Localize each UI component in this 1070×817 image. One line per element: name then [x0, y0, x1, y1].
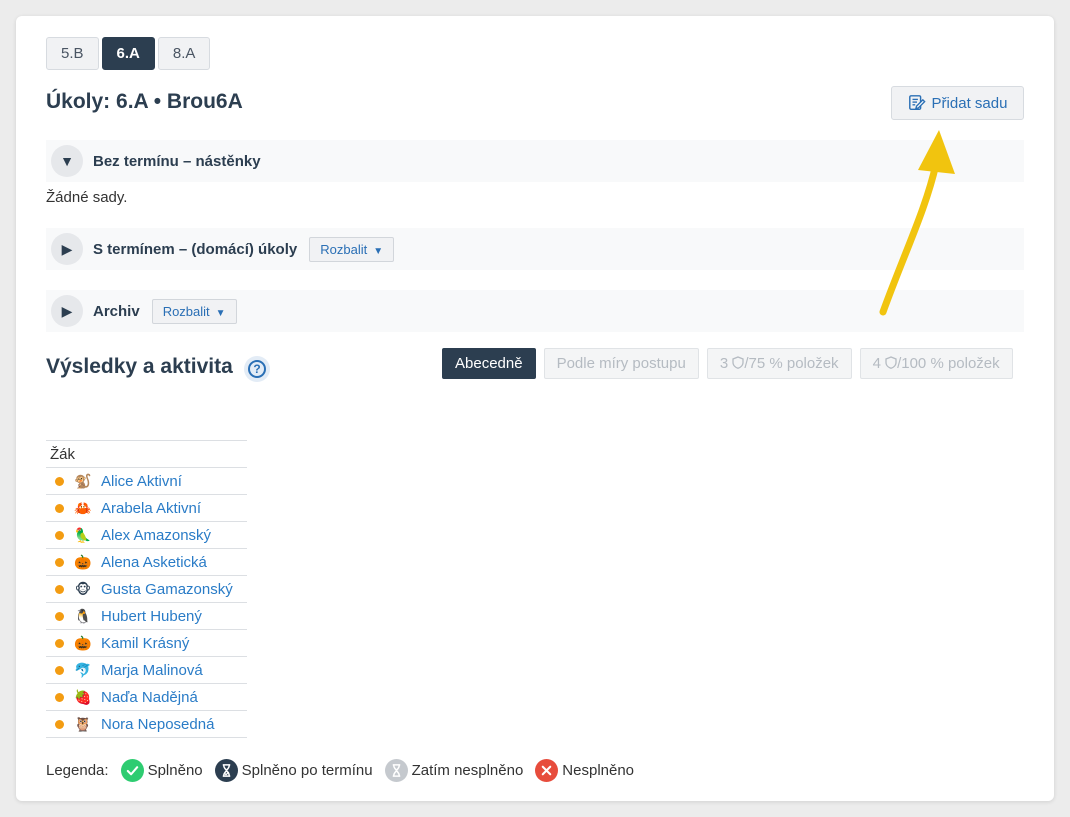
status-dot [55, 584, 64, 594]
legend-item-done: Splněno [120, 759, 203, 782]
avatar-icon: 🎃 [74, 553, 92, 570]
section-with-deadline: ▶ S termínem – (domácí) úkoly Rozbalit ▼ [46, 228, 1024, 270]
table-row: 🍓 Naďa Nadějná [46, 683, 247, 711]
expand-button-with-deadline[interactable]: Rozbalit ▼ [309, 236, 395, 262]
hourglass-done-icon [214, 759, 238, 782]
student-name-link[interactable]: Naďa Nadějná [101, 689, 198, 706]
class-tab-8a[interactable]: 8.A [157, 37, 211, 70]
avatar-icon: 🎃 [74, 634, 92, 651]
status-dot [55, 692, 64, 702]
legend-label: Legenda: [46, 762, 109, 779]
check-icon [120, 759, 144, 782]
status-dot [55, 611, 64, 621]
expand-toggle[interactable]: ▶ [51, 233, 83, 265]
section-archive: ▶ Archiv Rozbalit ▼ [46, 290, 1024, 332]
section-label-with-deadline: S termínem – (domácí) úkoly [93, 240, 298, 258]
shield-icon [732, 356, 744, 369]
section-label-archive: Archiv [93, 302, 140, 320]
student-table: Žák 🐒 Alice Aktivní 🦀 Arabela Aktivní 🦜 Ale… [46, 440, 247, 738]
help-icon[interactable]: ? [244, 356, 270, 382]
table-row: 🐬 Marja Malinová [46, 656, 247, 684]
status-dot [55, 503, 64, 513]
status-dot [55, 665, 64, 675]
table-row: 🐵 Gusta Gamazonský [46, 575, 247, 603]
legend: Legenda: Splněno Splněno po termínu Zatí… [46, 759, 634, 782]
student-name-link[interactable]: Kamil Krásný [101, 635, 189, 652]
class-tabs: 5.B 6.A 8.A [46, 37, 211, 70]
avatar-icon: 🐬 [74, 661, 92, 678]
sort-alphabetical-button[interactable]: Abecedně [442, 348, 536, 379]
filter-75-button[interactable]: 3 /75 % položek [706, 348, 852, 379]
section-no-deadline: ▼ Bez termínu – nástěnky [46, 140, 1024, 182]
legend-item-failed: Nesplněno [535, 759, 634, 782]
student-name-link[interactable]: Hubert Hubený [101, 608, 202, 625]
results-title: Výsledky a aktivita [46, 355, 233, 378]
table-row: 🐒 Alice Aktivní [46, 467, 247, 495]
student-name-link[interactable]: Marja Malinová [101, 662, 203, 679]
page-title: Úkoly: 6.A • Brou6A [46, 90, 243, 113]
class-tab-5b[interactable]: 5.B [46, 37, 99, 70]
avatar-icon: 🦜 [74, 526, 92, 543]
student-name-link[interactable]: Alice Aktivní [101, 473, 182, 490]
status-dot [55, 557, 64, 567]
collapse-toggle[interactable]: ▼ [51, 145, 83, 177]
student-name-link[interactable]: Nora Neposedná [101, 716, 214, 733]
add-set-label: Přidat sadu [931, 94, 1008, 112]
avatar-icon: 🐵 [74, 580, 92, 597]
avatar-icon: 🦉 [74, 715, 92, 732]
sort-progress-button[interactable]: Podle míry postupu [543, 348, 699, 379]
expand-label: Rozbalit [320, 241, 368, 257]
avatar-icon: 🦀 [74, 499, 92, 516]
caret-down-icon: ▼ [215, 307, 226, 319]
shield-icon [885, 356, 897, 369]
expand-button-archive[interactable]: Rozbalit ▼ [151, 298, 237, 324]
status-dot [55, 530, 64, 540]
status-dot [55, 638, 64, 648]
table-row: 🐧 Hubert Hubený [46, 602, 247, 630]
student-name-link[interactable]: Gusta Gamazonský [101, 581, 233, 598]
table-row: 🦀 Arabela Aktivní [46, 494, 247, 522]
section-label-no-deadline: Bez termínu – nástěnky [93, 152, 261, 170]
hourglass-icon [384, 759, 408, 782]
edit-icon [908, 95, 926, 111]
student-name-link[interactable]: Alena Asketická [101, 554, 207, 571]
expand-toggle[interactable]: ▶ [51, 295, 83, 327]
empty-sets-text: Žádné sady. [46, 189, 128, 206]
student-name-link[interactable]: Alex Amazonský [101, 527, 211, 544]
caret-down-icon: ▼ [373, 245, 384, 257]
avatar-icon: 🐧 [74, 607, 92, 624]
status-dot [55, 719, 64, 729]
status-dot [55, 476, 64, 486]
legend-item-pending: Zatím nesplněno [384, 759, 523, 782]
table-row: 🦉 Nora Neposedná [46, 710, 247, 738]
table-row: 🦜 Alex Amazonský [46, 521, 247, 549]
avatar-icon: 🍓 [74, 688, 92, 705]
expand-label: Rozbalit [162, 303, 210, 319]
student-name-link[interactable]: Arabela Aktivní [101, 500, 201, 517]
add-set-button[interactable]: Přidat sadu [891, 86, 1024, 120]
main-card: 5.B 6.A 8.A Úkoly: 6.A • Brou6A Přidat s… [16, 16, 1054, 801]
column-header-student: Žák [46, 440, 247, 468]
sort-buttons: Abecedně Podle míry postupu 3 /75 % polo… [442, 348, 1013, 379]
avatar-icon: 🐒 [74, 472, 92, 489]
table-row: 🎃 Alena Asketická [46, 548, 247, 576]
table-row: 🎃 Kamil Krásný [46, 629, 247, 657]
filter-100-button[interactable]: 4 /100 % položek [859, 348, 1013, 379]
class-tab-6a[interactable]: 6.A [101, 37, 155, 70]
legend-item-late: Splněno po termínu [214, 759, 373, 782]
cross-icon [535, 759, 559, 782]
